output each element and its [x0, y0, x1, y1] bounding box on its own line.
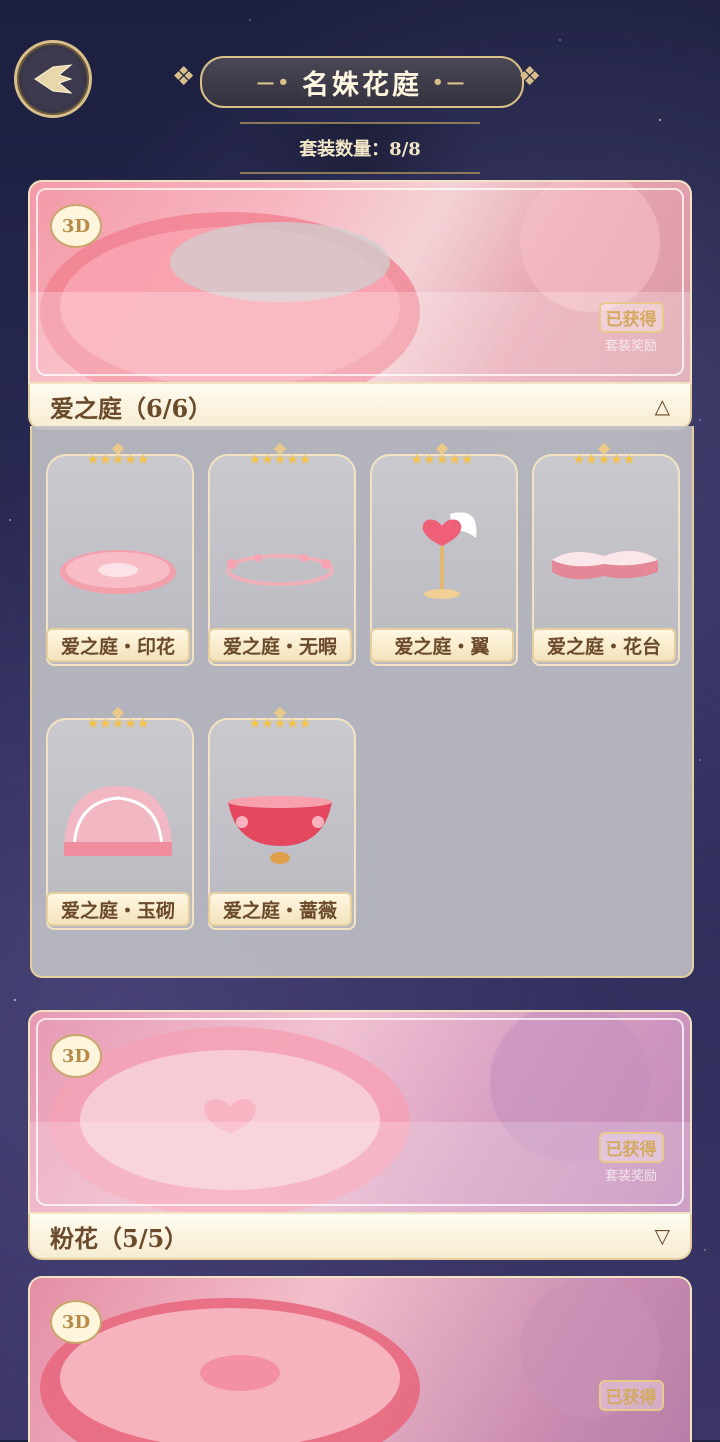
item-name: 爱之庭・蔷薇 — [208, 892, 352, 926]
chevron-up-icon[interactable]: △ — [655, 394, 670, 418]
item-name: 爱之庭・翼 — [370, 628, 514, 662]
dome-icon — [64, 786, 172, 856]
set-panel-aizhiting: 3D 已获得 套装奖励 爱之庭（6/6） △ — [28, 180, 692, 430]
page-title: —• 名姝花庭 •— — [200, 56, 524, 108]
title-deco-right-icon: •— — [432, 71, 468, 93]
rarity-stars: ★★★★★ — [572, 452, 636, 468]
set-header[interactable]: 爱之庭（6/6） △ — [28, 384, 692, 430]
badge-3d[interactable]: 3D — [50, 1300, 102, 1344]
title-wing-right-icon: ❖ — [518, 62, 542, 92]
banner-frame — [36, 1018, 684, 1206]
rose-bowl-icon — [228, 796, 332, 864]
set-reward-label: 套装奖励 — [604, 339, 657, 354]
set-banner[interactable]: 3D 已获得 套装奖励 — [28, 180, 692, 384]
set-preview-image — [40, 1278, 660, 1442]
rarity-stars: ★★★★★ — [86, 716, 150, 732]
rarity-stars: ★★★★★ — [248, 716, 312, 732]
rug-icon — [60, 550, 176, 594]
item-name: 爱之庭・玉砌 — [46, 892, 190, 926]
flower-ring-icon — [226, 554, 334, 586]
item-card[interactable]: ◆ ★★★★★ 爱之庭・翼 — [370, 438, 518, 666]
obtained-stamp: 已获得 — [594, 1380, 668, 1438]
rarity-stars: ★★★★★ — [86, 452, 150, 468]
page-title-text: 名姝花庭 — [302, 69, 422, 101]
item-card[interactable]: ◆ ★★★★★ 爱之庭・蔷薇 — [208, 702, 356, 930]
item-card[interactable]: ◆ ★★★★★ 爱之庭・无暇 — [208, 438, 356, 666]
title-deco-left-icon: —• — [256, 71, 292, 93]
set-banner[interactable]: 3D 已获得 套装奖励 — [28, 1010, 692, 1214]
chevron-down-icon[interactable]: ▽ — [655, 1224, 670, 1248]
item-name: 爱之庭・无暇 — [208, 628, 352, 662]
winged-heart-icon — [422, 512, 477, 599]
back-button[interactable] — [14, 40, 92, 118]
obtained-label: 已获得 — [598, 302, 664, 333]
obtained-label: 已获得 — [598, 1132, 664, 1163]
badge-3d[interactable]: 3D — [50, 1034, 102, 1078]
title-wing-left-icon: ❖ — [172, 62, 196, 92]
rarity-stars: ★★★★★ — [410, 452, 474, 468]
set-panel-third: 3D 已获得 — [28, 1276, 692, 1442]
obtained-stamp: 已获得 套装奖励 — [594, 1132, 668, 1190]
set-panel-fenhua: 3D 已获得 套装奖励 粉花（5/5） ▽ — [28, 1010, 692, 1260]
item-name: 爱之庭・印花 — [46, 628, 190, 662]
back-wing-icon — [34, 64, 73, 94]
rarity-stars: ★★★★★ — [248, 452, 312, 468]
set-count: 套装数量：8/8 — [240, 122, 480, 174]
heart-platform-icon — [552, 550, 658, 580]
item-card[interactable]: ◆ ★★★★★ 爱之庭・印花 — [46, 438, 194, 666]
badge-3d[interactable]: 3D — [50, 204, 102, 248]
set-name: 爱之庭（6/6） — [50, 393, 213, 423]
obtained-label: 已获得 — [598, 1380, 664, 1411]
set-header[interactable]: 粉花（5/5） ▽ — [28, 1214, 692, 1260]
banner-frame — [36, 188, 684, 376]
set-reward-label: 套装奖励 — [604, 1169, 657, 1184]
item-card[interactable]: ◆ ★★★★★ 爱之庭・玉砌 — [46, 702, 194, 930]
set-name: 粉花（5/5） — [50, 1223, 189, 1253]
set-items-grid: ◆ ★★★★★ 爱之庭・印花 ◆ ★★★★★ 爱之庭・无暇 ◆ ★★★★★ 爱之… — [30, 426, 694, 978]
obtained-stamp: 已获得 套装奖励 — [594, 302, 668, 360]
set-banner[interactable]: 3D 已获得 — [28, 1276, 692, 1442]
item-card[interactable]: ◆ ★★★★★ 爱之庭・花台 — [532, 438, 680, 666]
item-name: 爱之庭・花台 — [532, 628, 676, 662]
